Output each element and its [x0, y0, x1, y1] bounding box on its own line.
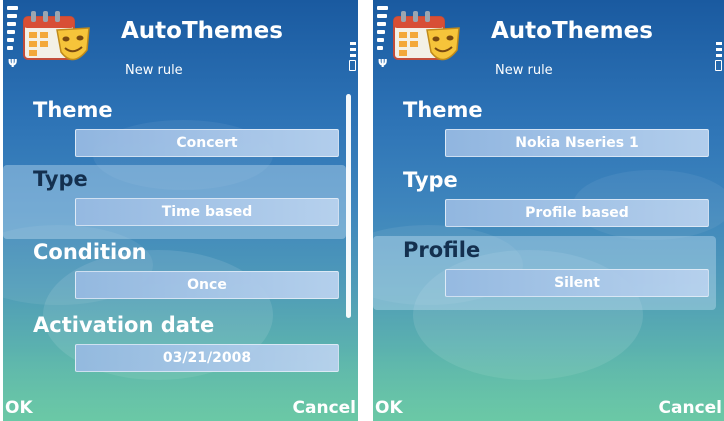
screen-subtitle: New rule [125, 63, 183, 78]
setting-value[interactable]: Profile based [445, 199, 709, 227]
setting-value[interactable]: Silent [445, 269, 709, 297]
setting-label: Theme [33, 98, 113, 122]
phone-screen-profile-rule: Ψ AutoThemes New rule Theme Nokia Nserie… [373, 0, 724, 421]
setting-value[interactable]: Nokia Nseries 1 [445, 129, 709, 157]
setting-item-activation-date[interactable]: Activation date 03/21/2008 [3, 311, 346, 385]
setting-label: Condition [33, 240, 147, 264]
cancel-softkey[interactable]: Cancel [293, 400, 356, 417]
setting-value[interactable]: 03/21/2008 [75, 344, 339, 372]
signal-strength-icon: Ψ [7, 6, 21, 69]
setting-label: Type [33, 167, 88, 191]
calendar-theater-mask-icon [391, 4, 463, 68]
app-title: AutoThemes [491, 18, 653, 44]
calendar-theater-mask-icon [21, 4, 93, 68]
setting-item-type[interactable]: Type Profile based [373, 166, 716, 240]
setting-item-profile[interactable]: Profile Silent [373, 236, 716, 310]
setting-value[interactable]: Time based [75, 198, 339, 226]
setting-label: Activation date [33, 313, 215, 337]
cancel-softkey[interactable]: Cancel [659, 400, 722, 417]
setting-item-theme[interactable]: Theme Nokia Nseries 1 [373, 96, 716, 170]
setting-label: Profile [403, 238, 481, 262]
setting-value[interactable]: Once [75, 271, 339, 299]
setting-label: Theme [403, 98, 483, 122]
signal-strength-icon: Ψ [377, 6, 391, 69]
app-title: AutoThemes [121, 18, 283, 44]
phone-screen-time-rule: Ψ AutoThemes New rule Theme Concert Type… [3, 0, 358, 421]
battery-icon [346, 42, 356, 78]
setting-item-condition[interactable]: Condition Once [3, 238, 346, 312]
ok-softkey[interactable]: OK [375, 400, 403, 417]
screen-subtitle: New rule [495, 63, 553, 78]
setting-value[interactable]: Concert [75, 129, 339, 157]
battery-icon [712, 42, 722, 78]
setting-item-theme[interactable]: Theme Concert [3, 96, 346, 170]
scrollbar[interactable] [346, 94, 351, 318]
setting-label: Type [403, 168, 458, 192]
setting-item-type[interactable]: Type Time based [3, 165, 346, 239]
ok-softkey[interactable]: OK [5, 400, 33, 417]
